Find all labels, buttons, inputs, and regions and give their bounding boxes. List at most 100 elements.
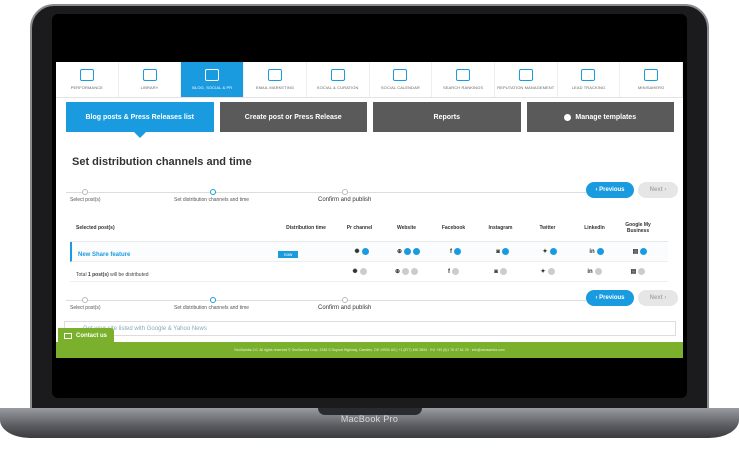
instagram-total-cell: ◙ [477, 268, 524, 275]
header-linkedin: LinkedIn [584, 224, 605, 231]
pr-channel-cell: ✺ [338, 248, 385, 255]
header-instagram: Instagram [488, 224, 513, 231]
app-screen: Performance Library Blog, Social & PR Em… [56, 62, 683, 358]
chevron-right-icon: › [662, 295, 667, 301]
gear-icon [564, 113, 572, 121]
header-selected-posts: Selected post(s) [76, 224, 115, 231]
next-button[interactable]: Next › [638, 182, 678, 198]
table-row-total: Total 1 post(s) will be distributed ✺ ⊕ … [70, 262, 668, 282]
gmb-all-toggle[interactable] [638, 268, 646, 275]
post-title-link[interactable]: New Share feature [78, 252, 130, 258]
gmb-cell: ▤ [620, 248, 660, 255]
stepper-line [66, 300, 586, 301]
gmb-total-cell: ▤ [618, 268, 658, 275]
header-pr-channel: Pr channel [346, 224, 373, 231]
top-navigation: Performance Library Blog, Social & PR Em… [56, 62, 683, 98]
envelope-icon [64, 333, 72, 339]
progress-stepper-top: Select post(s) Set distribution channels… [66, 186, 586, 206]
tab-create-post[interactable]: Create post or Press Release [219, 102, 367, 132]
tab-posts-list[interactable]: Blog posts & Press Releases list [66, 102, 214, 138]
twitter-total-cell: ✦ [524, 268, 571, 275]
linkedin-total-cell: in [571, 268, 618, 275]
blog-icon [205, 69, 220, 81]
linkedin-icon: in [589, 248, 595, 255]
reputation-icon [518, 69, 533, 81]
library-icon [142, 69, 157, 81]
nav-item-social-curation[interactable]: Social & Curation [307, 62, 370, 97]
nav-item-reputation-management[interactable]: Reputation Management [495, 62, 558, 97]
pr-channel-total-cell: ✺ [336, 268, 383, 275]
previous-button-bottom[interactable]: ‹ Previous [586, 290, 634, 306]
previous-button[interactable]: ‹ Previous [586, 182, 634, 198]
stepper-line [66, 192, 586, 193]
nav-item-social-calendar[interactable]: Social Calendar [370, 62, 433, 97]
website-icon: ⊕ [394, 269, 401, 275]
nav-item-search-rankings[interactable]: Search Rankings [432, 62, 495, 97]
pr-icon: ✺ [352, 269, 358, 275]
twitter-all-toggle[interactable] [547, 268, 555, 275]
total-summary: Total 1 post(s) will be distributed [76, 271, 149, 278]
google-my-business-icon: ▤ [632, 249, 639, 255]
linkedin-toggle[interactable] [596, 248, 604, 255]
linkedin-cell: in [573, 248, 620, 255]
instagram-all-toggle[interactable] [499, 268, 507, 275]
distribution-table: Selected post(s) Distribution time Pr ch… [70, 214, 668, 282]
website-toggle-1[interactable] [404, 248, 412, 255]
facebook-icon: f [448, 268, 450, 275]
website-icon: ⊕ [396, 249, 403, 255]
header-facebook: Facebook [441, 224, 466, 231]
instagram-toggle[interactable] [501, 248, 509, 255]
megaphone-icon [267, 69, 282, 81]
nav-item-blog-social-pr[interactable]: Blog, Social & PR [181, 62, 245, 97]
website-toggle-2[interactable] [413, 248, 421, 255]
chart-icon [79, 69, 94, 81]
facebook-cell: f [432, 248, 479, 255]
website-all-toggle-1[interactable] [402, 268, 410, 275]
calendar-icon [393, 69, 408, 81]
nav-item-library[interactable]: Library [119, 62, 182, 97]
nav-item-lead-tracking[interactable]: Lead Tracking [558, 62, 621, 97]
hero-icon [644, 69, 659, 81]
header-distribution-time: Distribution time [286, 224, 326, 231]
tab-manage-templates[interactable]: Manage templates [526, 102, 674, 132]
progress-stepper-bottom: Select post(s) Set distribution channels… [66, 294, 586, 314]
header-website: Website [396, 224, 417, 231]
gmb-toggle[interactable] [640, 248, 648, 255]
linkedin-icon: in [587, 268, 593, 275]
distribution-time-badge[interactable]: now [278, 250, 299, 258]
header-google-my-business: Google My Business [625, 221, 651, 234]
pr-channel-toggle[interactable] [361, 248, 369, 255]
google-my-business-icon: ▤ [630, 269, 637, 275]
twitter-toggle[interactable] [549, 248, 557, 255]
pr-channel-all-toggle[interactable] [359, 268, 367, 275]
next-button-bottom[interactable]: Next › [638, 290, 678, 306]
nav-item-minisahero[interactable]: Minisahero [620, 62, 683, 97]
instagram-icon: ◙ [494, 268, 498, 275]
rankings-icon [456, 69, 471, 81]
section-tabs: Blog posts & Press Releases list Create … [66, 102, 674, 138]
instagram-icon: ◙ [496, 248, 500, 255]
table-row: New Share feature now ✺ ⊕ f ◙ ✦ in ▤ [70, 242, 668, 262]
twitter-icon: ✦ [540, 269, 546, 275]
device-brand-label: MacBook Pro [340, 414, 399, 424]
website-all-toggle-2[interactable] [411, 268, 419, 275]
instagram-cell: ◙ [479, 248, 526, 255]
chevron-right-icon: › [662, 187, 667, 193]
google-news-banner[interactable]: Get your site listed with Google & Yahoo… [64, 321, 676, 336]
twitter-icon: ✦ [542, 249, 548, 255]
website-cell: ⊕ [385, 248, 432, 255]
nav-item-performance[interactable]: Performance [56, 62, 119, 97]
linkedin-all-toggle[interactable] [594, 268, 602, 275]
website-total-cell: ⊕ [383, 268, 430, 275]
twitter-cell: ✦ [526, 248, 573, 255]
facebook-all-toggle[interactable] [452, 268, 459, 275]
table-header: Selected post(s) Distribution time Pr ch… [70, 214, 668, 242]
facebook-toggle[interactable] [454, 248, 461, 255]
lead-icon [581, 69, 596, 81]
footer: SeoSamba 2.0. All rights reserved © SeoS… [56, 342, 683, 358]
nav-item-email-marketing[interactable]: Email Marketing [244, 62, 307, 97]
pr-icon: ✺ [354, 249, 360, 255]
social-icon [330, 69, 345, 81]
page-title: Set distribution channels and time [72, 156, 252, 168]
tab-reports[interactable]: Reports [373, 102, 521, 132]
